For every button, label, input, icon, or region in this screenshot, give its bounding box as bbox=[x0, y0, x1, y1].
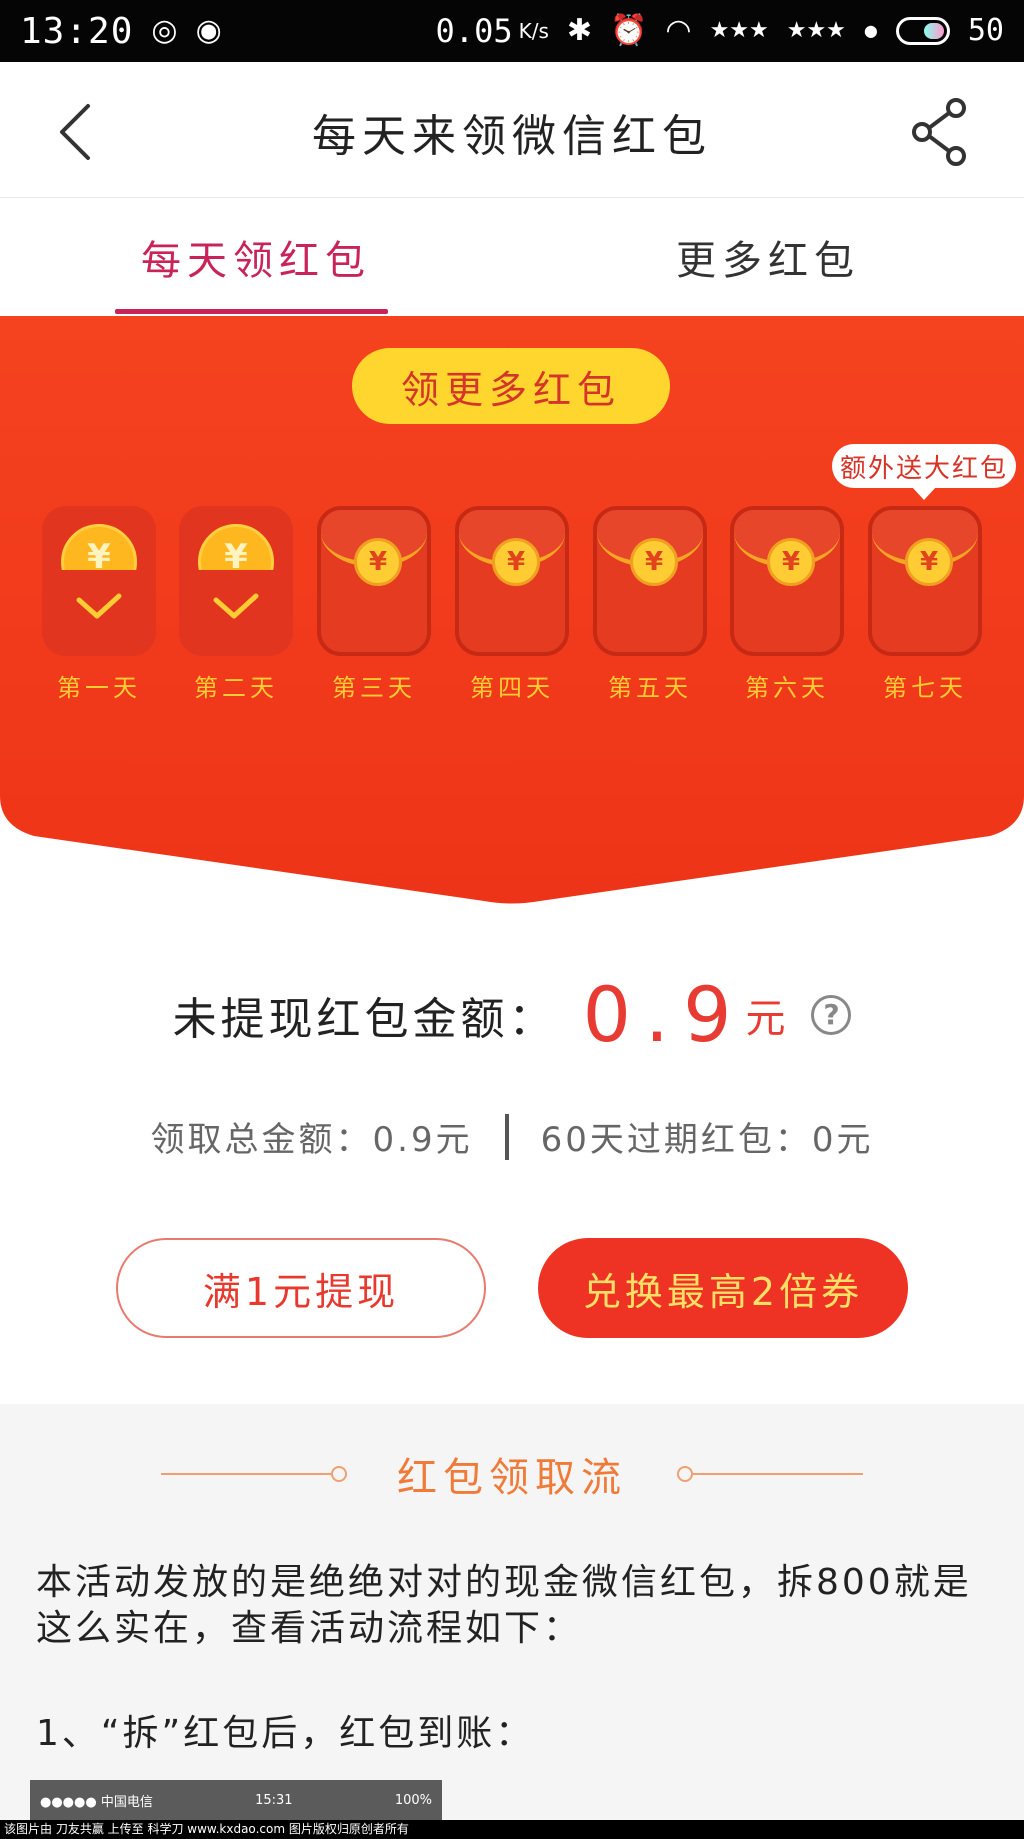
balance-unit: 元 bbox=[745, 995, 786, 1042]
embed-battery: 100% bbox=[394, 1792, 432, 1808]
coin-icon: ¥ bbox=[354, 538, 402, 586]
day-1-redpacket[interactable]: ¥ bbox=[42, 506, 156, 656]
exchange-coupon-button[interactable]: 兑换最高2倍券 bbox=[538, 1238, 908, 1338]
dot-icon: ● bbox=[863, 21, 878, 40]
get-more-redpackets-button[interactable]: 领更多红包 bbox=[352, 348, 670, 424]
share-icon bbox=[912, 98, 966, 166]
status-bar: 13:20 ◎ ◉ 0.05 K/s ✱ ⏰ ◠ ★★★ ★★★ ● 50 bbox=[0, 0, 1024, 62]
watermark-bar: 该图片由 刀友共赢 上传至 科学刀 www.kxdao.com 图片版权归原创者… bbox=[0, 1820, 1024, 1839]
flow-step-1: 1、“拆”红包后，红包到账： bbox=[36, 1713, 535, 1754]
expiring-amount-text: 60天过期红包：0元 bbox=[540, 1120, 874, 1160]
daily-checkin-panel: 领更多红包 额外送大红包 ¥ 第一天 ¥ 第二天 ¥ 第三天 ¥ 第四天 ¥ 第… bbox=[0, 316, 1024, 906]
flow-title: 红包领取流 bbox=[397, 1455, 627, 1501]
day-5-redpacket[interactable]: ¥ bbox=[593, 506, 707, 656]
total-amount-text: 领取总金额：0.9元 bbox=[150, 1120, 473, 1160]
day-1-label: 第一天 bbox=[57, 674, 141, 702]
day-7-redpacket[interactable]: ¥ bbox=[868, 506, 982, 656]
balance-row: 未提现红包金额： 0.9 元 ? bbox=[0, 970, 1024, 1059]
day-2-label: 第二天 bbox=[194, 674, 278, 702]
coin-icon: ¥ bbox=[492, 538, 540, 586]
day-7-label: 第七天 bbox=[883, 674, 967, 702]
day-6-label: 第六天 bbox=[745, 674, 829, 702]
divider-dot bbox=[677, 1466, 693, 1482]
status-time: 13:20 bbox=[20, 10, 134, 52]
status-left: 13:20 ◎ ◉ bbox=[20, 11, 222, 52]
divider-dot bbox=[331, 1466, 347, 1482]
extra-bonus-bubble: 额外送大红包 bbox=[832, 444, 1016, 500]
day-6-redpacket[interactable]: ¥ bbox=[730, 506, 844, 656]
coin-icon: ¥ bbox=[767, 538, 815, 586]
title-bar: 每天来领微信红包 bbox=[0, 62, 1024, 198]
check-icon bbox=[76, 593, 122, 619]
signal-icon: ★★★ bbox=[709, 18, 769, 43]
share-button[interactable] bbox=[908, 96, 972, 166]
weibo-icon: ◎ bbox=[151, 13, 178, 48]
page-title: 每天来领微信红包 bbox=[312, 111, 712, 162]
day-2-redpacket[interactable]: ¥ bbox=[179, 506, 293, 656]
withdraw-button[interactable]: 满1元提现 bbox=[116, 1238, 486, 1338]
day-3-redpacket[interactable]: ¥ bbox=[317, 506, 431, 656]
signal-2-icon: ★★★ bbox=[786, 18, 846, 43]
status-right: 0.05 K/s ✱ ⏰ ◠ ★★★ ★★★ ● 50 bbox=[436, 12, 1004, 50]
coin-icon: ¥ bbox=[905, 538, 953, 586]
embedded-screenshot: ●●●●● 中国电信 15:31 100% bbox=[30, 1780, 442, 1820]
flow-section: 红包领取流 本活动发放的是绝绝对对的现金微信红包，拆800就是这么实在，查看活动… bbox=[0, 1404, 1024, 1820]
day-3-label: 第三天 bbox=[332, 674, 416, 702]
day-5-label: 第五天 bbox=[608, 674, 692, 702]
balance-label: 未提现红包金额： bbox=[172, 993, 557, 1045]
divider-line bbox=[161, 1473, 331, 1475]
network-speed-unit: K/s bbox=[518, 19, 549, 43]
day-4-redpacket[interactable]: ¥ bbox=[455, 506, 569, 656]
tab-more-redpackets[interactable]: 更多红包 bbox=[512, 198, 1024, 316]
stats-divider bbox=[504, 1113, 509, 1160]
bluetooth-icon: ✱ bbox=[566, 13, 593, 48]
flow-intro: 本活动发放的是绝绝对对的现金微信红包，拆800就是这么实在，查看活动流程如下： bbox=[36, 1562, 972, 1649]
wifi-icon: ◠ bbox=[665, 13, 692, 48]
tab-daily-redpacket[interactable]: 每天领红包 bbox=[0, 198, 512, 316]
battery-level: 50 bbox=[967, 13, 1004, 48]
help-icon[interactable]: ? bbox=[811, 994, 852, 1035]
app-notification-icon: ◉ bbox=[195, 13, 222, 48]
balance-value: 0.9 bbox=[582, 970, 746, 1059]
flow-heading: 红包领取流 bbox=[0, 1444, 1024, 1504]
alarm-icon: ⏰ bbox=[610, 13, 648, 48]
coin-icon: ¥ bbox=[630, 538, 678, 586]
tab-bar: 每天领红包 更多红包 bbox=[0, 198, 1024, 316]
network-speed: 0.05 bbox=[435, 12, 513, 50]
divider-line bbox=[693, 1473, 863, 1475]
check-icon bbox=[213, 593, 259, 619]
day-4-label: 第四天 bbox=[470, 674, 554, 702]
embed-time: 15:31 bbox=[255, 1792, 293, 1808]
battery-icon bbox=[895, 17, 950, 45]
embed-carrier: ●●●●● 中国电信 bbox=[40, 1794, 153, 1810]
stats-row: 领取总金额：0.9元 60天过期红包：0元 bbox=[0, 1112, 1024, 1161]
